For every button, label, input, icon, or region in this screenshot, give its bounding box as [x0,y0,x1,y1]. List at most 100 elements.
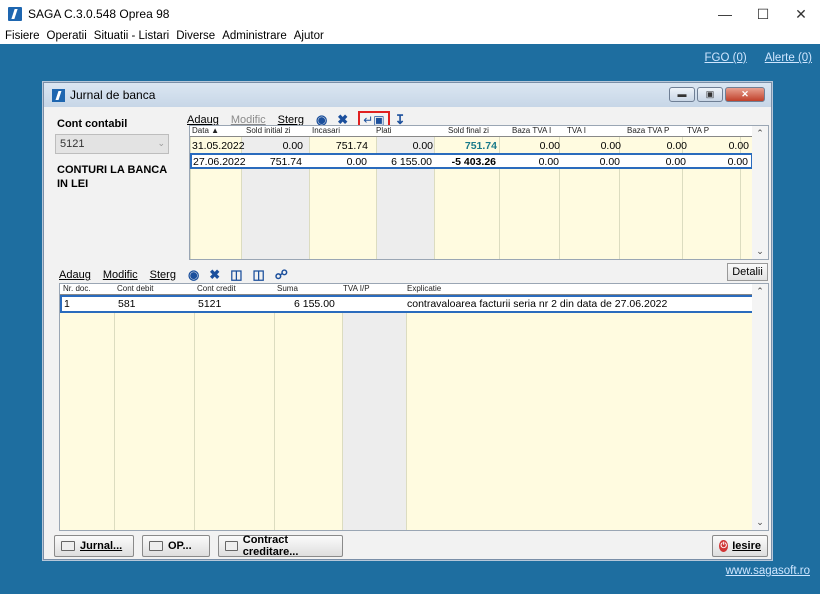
app-titlebar: SAGA C.3.0.548 Oprea 98 — ☐ ✕ [0,0,820,28]
col-sold-final[interactable]: Sold final zi [448,126,489,135]
cell: 6 155.00 [391,156,432,168]
grid2-col-line [60,284,115,530]
scroll-down-icon[interactable]: ⌄ [752,517,768,528]
cell: 0.00 [727,156,748,168]
iesire-label: Iesire [732,540,761,552]
maximize-button[interactable]: ☐ [744,0,782,28]
cell: 31.05.2022 [192,140,245,152]
col-tva-i[interactable]: TVA I [567,126,586,135]
menu-diverse[interactable]: Diverse [176,30,215,42]
grid2-col-line [115,284,195,530]
cell: 0.00 [346,156,367,168]
contract-label: Contract creditare... [242,534,299,558]
cell: 751.74 [335,140,368,152]
cell: -5 403.26 [451,156,496,168]
cell: 1 [64,298,70,310]
cell: 0.00 [539,140,560,152]
window-titlebar: Jurnal de banca ▬ ▣ ✕ [44,83,771,107]
cont-contabil-label: Cont contabil [57,118,128,130]
jurnal-button[interactable]: Jurnal... [54,535,134,557]
cell: 0.00 [412,140,433,152]
cont-contabil-select[interactable]: 5121 ⌄ [55,134,169,154]
menu-administrare[interactable]: Administrare [222,30,287,42]
menu-fisiere[interactable]: Fisiere [5,30,40,42]
col-explicatie[interactable]: Explicatie [407,284,441,293]
col-tva-ip[interactable]: TVA I/P [343,284,370,293]
cont-contabil-value: 5121 [60,138,85,150]
scroll-up-icon[interactable]: ⌃ [752,128,768,139]
saga-logo-icon [8,7,22,21]
col-data[interactable]: Data ▲ [192,126,219,135]
binoculars-icon[interactable]: ◉ [188,267,199,283]
modific-detail-button[interactable]: Modific [103,269,138,281]
paste-icon[interactable]: ◫ [253,267,265,283]
days-grid: Data ▲ Sold initial zi Incasari Plati So… [189,125,769,260]
toolbar-bottom: Adaug Modific Sterg ◉ ✖ ◫ ◫ ☍ [59,267,298,283]
grid1-scrollbar[interactable]: ⌃ ⌄ [752,126,768,259]
printer-icon [225,541,238,551]
app-title: SAGA C.3.0.548 Oprea 98 [28,7,170,21]
scroll-up-icon[interactable]: ⌃ [752,286,768,297]
grid2-col-gray [343,284,407,530]
printer-icon [61,541,75,551]
link-icon[interactable]: ☍ [275,267,288,283]
col-sold-initial[interactable]: Sold initial zi [246,126,290,135]
detalii-button[interactable]: Detalii [727,263,768,281]
col-plati[interactable]: Plati [376,126,392,135]
col-cont-debit[interactable]: Cont debit [117,284,153,293]
menu-situatii-listari[interactable]: Situatii - Listari [94,30,169,42]
window-minimize-button[interactable]: ▬ [669,87,695,102]
jurnal-label: Jurnal... [80,540,123,552]
exit-icon: ⏻ [719,540,729,552]
grid2-scrollbar[interactable]: ⌃ ⌄ [752,284,768,530]
cell: 27.06.2022 [193,156,246,168]
close-button[interactable]: ✕ [782,0,820,28]
window-close-button[interactable]: ✕ [725,87,765,102]
window-buttons: ▬ ▣ ✕ [669,87,765,102]
documents-grid: Nr. doc. Cont debit Cont credit Suma TVA… [59,283,769,531]
adaug-detail-label: Adaug [59,269,91,281]
cell: 751.74 [269,156,302,168]
cell: 5121 [198,298,222,310]
table-row[interactable]: 31.05.2022 0.00 751.74 0.00 751.74 0.00 … [190,139,753,153]
col-incasari[interactable]: Incasari [312,126,340,135]
cell: 0.00 [665,156,686,168]
table-row-selected[interactable]: 27.06.2022 751.74 0.00 6 155.00 -5 403.2… [190,153,753,169]
bank-account-name: CONTURI LA BANCA IN LEI [57,164,167,190]
col-suma[interactable]: Suma [277,284,298,293]
adaug-detail-button[interactable]: Adaug [59,269,91,281]
iesire-button[interactable]: ⏻ Iesire [712,535,768,557]
scroll-down-icon[interactable]: ⌄ [752,246,768,257]
menu-bar: Fisiere Operatii Situatii - Listari Dive… [0,28,820,44]
col-baza-tva-p[interactable]: Baza TVA P [627,126,669,135]
cell: 0.00 [600,140,621,152]
excel-icon[interactable]: ✖ [209,267,220,283]
table-row-selected[interactable]: 1 581 5121 6 155.00 contravaloarea factu… [60,295,754,313]
printer-icon [149,541,163,551]
col-cont-credit[interactable]: Cont credit [197,284,236,293]
minimize-button[interactable]: — [706,0,744,28]
col-baza-tva-i[interactable]: Baza TVA I [512,126,551,135]
cell: 0.00 [282,140,303,152]
sterg-detail-button[interactable]: Sterg [150,269,176,281]
fgo-link[interactable]: FGO (0) [705,52,747,64]
menu-operatii[interactable]: Operatii [47,30,87,42]
jurnal-de-banca-window: Jurnal de banca ▬ ▣ ✕ Cont contabil 5121… [43,82,772,560]
window-controls: — ☐ ✕ [706,0,820,28]
sterg-detail-label: Sterg [149,269,176,281]
cell: 0.00 [666,140,687,152]
window-logo-icon [52,88,65,102]
window-restore-button[interactable]: ▣ [697,87,723,102]
op-button[interactable]: OP... [142,535,210,557]
cell: 751.74 [464,140,497,152]
op-label: OP... [168,540,192,552]
col-tva-p[interactable]: TVA P [687,126,709,135]
chevron-down-icon[interactable]: ⌄ [157,138,165,149]
menu-ajutor[interactable]: Ajutor [294,30,324,42]
contract-creditare-button[interactable]: Contract creditare... [218,534,343,558]
copy-icon[interactable]: ◫ [230,267,242,283]
website-link[interactable]: www.sagasoft.ro [726,565,810,577]
alerte-link[interactable]: Alerte (0) [765,52,812,64]
col-nr-doc[interactable]: Nr. doc. [63,284,91,293]
window-title: Jurnal de banca [70,88,156,102]
